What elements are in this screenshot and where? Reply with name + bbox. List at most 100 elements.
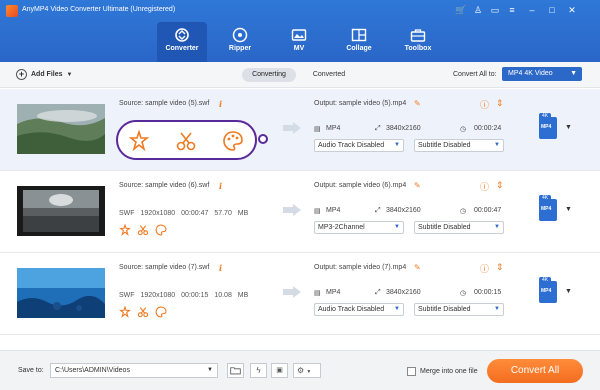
- arrow-right-icon: [283, 204, 301, 216]
- convert-all-format-select[interactable]: MP4 4K Video ▼: [502, 67, 582, 81]
- info-icon[interactable]: i: [219, 181, 222, 191]
- convert-all-to-label: Convert All to:: [453, 71, 497, 78]
- chevron-down-icon: ▼: [394, 142, 400, 148]
- cart-icon[interactable]: 🛒: [455, 5, 467, 15]
- footer-bar: Save to: C:\Users\ADMIN\Videos ▼ ϟ ▣ ⚙ ▼…: [0, 350, 600, 390]
- chevron-down-icon: ▼: [306, 369, 312, 375]
- clock-icon: ◷: [460, 126, 467, 133]
- output-format-badge[interactable]: 4K MP4: [539, 277, 557, 303]
- save-path-select[interactable]: C:\Users\ADMIN\Videos ▼: [50, 363, 218, 378]
- cut-scissors-icon[interactable]: [137, 224, 149, 236]
- subtitle-select[interactable]: Subtitle Disabled ▼: [414, 221, 504, 234]
- output-resolution: 3840x2160: [386, 125, 421, 132]
- merge-checkbox[interactable]: [407, 367, 416, 376]
- chevron-down-icon[interactable]: ▼: [67, 72, 73, 78]
- edit-tools: [119, 306, 167, 318]
- audio-track-select[interactable]: Audio Track Disabled ▼: [314, 303, 404, 316]
- gear-icon: ⚙ ▼: [297, 366, 312, 375]
- arrow-right-icon: [283, 122, 301, 134]
- edit-name-icon[interactable]: ✎: [414, 181, 421, 190]
- chevron-down-icon: ▼: [394, 224, 400, 230]
- convert-all-button[interactable]: Convert All: [487, 359, 583, 383]
- subtitle-select[interactable]: Subtitle Disabled ▼: [414, 303, 504, 316]
- chevron-down-icon[interactable]: ▼: [565, 124, 572, 131]
- output-format-badge[interactable]: 4K MP4: [539, 113, 557, 139]
- info-icon[interactable]: i: [219, 263, 222, 273]
- chevron-down-icon: ▼: [494, 224, 500, 230]
- edit-tools-highlight: [116, 120, 257, 160]
- tab-converting[interactable]: Converting: [242, 68, 296, 82]
- chevron-down-icon: ▼: [394, 306, 400, 312]
- enhance-magic-icon[interactable]: [119, 224, 131, 236]
- merge-option[interactable]: Merge into one file: [407, 367, 478, 376]
- resolution-icon: ⤢: [375, 125, 381, 132]
- tab-converted[interactable]: Converted: [304, 68, 354, 82]
- compress-icon[interactable]: ⇕: [496, 180, 504, 191]
- app-title: AnyMP4 Video Converter Ultimate (Unregis…: [22, 6, 176, 13]
- info-circle-icon[interactable]: ⓘ: [480, 98, 489, 111]
- chevron-down-icon[interactable]: ▼: [565, 288, 572, 295]
- output-format: MP4: [326, 289, 341, 296]
- menu-icon[interactable]: ≡: [506, 5, 518, 15]
- app-logo-icon: [6, 5, 18, 17]
- cut-scissors-icon[interactable]: [175, 130, 197, 152]
- tab-label: Converter: [165, 45, 199, 52]
- palette-effects-icon[interactable]: [155, 306, 167, 318]
- hardware-accel-button[interactable]: ϟ: [250, 363, 267, 378]
- edit-name-icon[interactable]: ✎: [414, 99, 421, 108]
- highlight-pointer: [258, 134, 268, 144]
- gpu-accel-button[interactable]: ▣: [271, 363, 288, 378]
- cut-scissors-icon[interactable]: [137, 306, 149, 318]
- palette-effects-icon[interactable]: [155, 224, 167, 236]
- source-resolution: 1920x1080: [140, 292, 176, 299]
- info-circle-icon[interactable]: ⓘ: [480, 262, 489, 275]
- source-format: SWF: [119, 210, 135, 217]
- settings-button[interactable]: ⚙ ▼: [293, 363, 321, 378]
- badge-4k-label: 4K: [539, 113, 551, 120]
- palette-effects-icon[interactable]: [222, 130, 244, 152]
- edit-tools: [119, 224, 167, 236]
- info-icon[interactable]: i: [219, 99, 222, 109]
- audio-track-value: MP3-2Channel: [318, 224, 365, 231]
- file-row[interactable]: Source: sample video (5).swf i Output: s…: [0, 89, 600, 171]
- output-format-badge[interactable]: 4K MP4: [539, 195, 557, 221]
- open-folder-button[interactable]: [227, 363, 244, 378]
- info-circle-icon[interactable]: ⓘ: [480, 180, 489, 193]
- tab-label: Ripper: [228, 45, 252, 52]
- tab-collage[interactable]: Collage: [334, 22, 384, 62]
- output-filename: Output: sample video (6).mp4: [314, 182, 407, 189]
- add-files-button[interactable]: + Add Files ▼: [16, 69, 72, 80]
- badge-format-label: MP4: [541, 288, 552, 294]
- chevron-down-icon[interactable]: ▼: [565, 206, 572, 213]
- badge-format-label: MP4: [541, 206, 552, 212]
- enhance-magic-icon[interactable]: [128, 130, 150, 152]
- format-value: MP4 4K Video: [508, 70, 553, 77]
- chat-icon[interactable]: ▭: [489, 5, 501, 15]
- tab-toolbox[interactable]: Toolbox: [393, 22, 443, 62]
- compress-icon[interactable]: ⇕: [496, 98, 504, 109]
- enhance-magic-icon[interactable]: [119, 306, 131, 318]
- close-icon[interactable]: ✕: [566, 5, 578, 15]
- chevron-down-icon: ▼: [207, 367, 213, 373]
- gpu-icon: ▣: [276, 367, 283, 374]
- source-duration: 00:00:15: [181, 292, 209, 299]
- subtitle-select[interactable]: Subtitle Disabled ▼: [414, 139, 504, 152]
- maximize-icon[interactable]: □: [546, 5, 558, 15]
- audio-track-select[interactable]: Audio Track Disabled ▼: [314, 139, 404, 152]
- edit-name-icon[interactable]: ✎: [414, 263, 421, 272]
- compress-icon[interactable]: ⇕: [496, 262, 504, 273]
- output-duration: 00:00:24: [474, 125, 502, 132]
- save-path-value: C:\Users\ADMIN\Videos: [55, 367, 130, 374]
- tab-ripper[interactable]: Ripper: [215, 22, 265, 62]
- file-row[interactable]: Source: sample video (7).swf i SWF 1920x…: [0, 253, 600, 335]
- plus-icon: +: [16, 69, 27, 80]
- audio-track-select[interactable]: MP3-2Channel ▼: [314, 221, 404, 234]
- source-meta: SWF 1920x1080 00:00:15 10.08 MB: [119, 292, 248, 299]
- tab-label: Toolbox: [404, 45, 432, 52]
- audio-track-value: Audio Track Disabled: [318, 306, 385, 313]
- user-icon[interactable]: ♙: [472, 5, 484, 15]
- minimize-icon[interactable]: –: [526, 5, 538, 15]
- tab-mv[interactable]: MV: [274, 22, 324, 62]
- tab-converter[interactable]: Converter: [157, 22, 207, 62]
- file-row[interactable]: Source: sample video (6).swf i SWF 1920x…: [0, 171, 600, 253]
